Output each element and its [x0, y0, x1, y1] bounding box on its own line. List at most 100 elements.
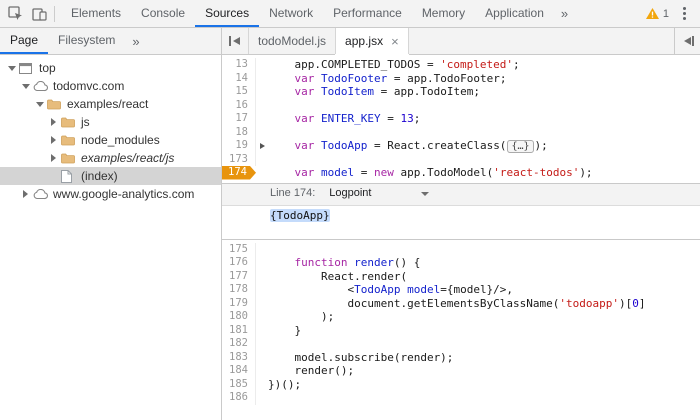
tree-item-label: examples/react: [67, 97, 148, 111]
code-line[interactable]: 181 }: [222, 324, 700, 338]
line-number[interactable]: 180: [222, 310, 256, 324]
logpoint-type-select[interactable]: Logpoint: [329, 187, 429, 201]
line-number[interactable]: 17: [222, 112, 256, 126]
code-line[interactable]: 15 var TodoItem = app.TodoItem;: [222, 85, 700, 99]
code-line[interactable]: 14 var TodoFooter = app.TodoFooter;: [222, 72, 700, 86]
code-line[interactable]: 177 React.render(: [222, 270, 700, 284]
tab-console[interactable]: Console: [131, 0, 195, 27]
file-tab-todomodel-js[interactable]: todoModel.js: [248, 28, 335, 54]
tree-item-todomvc-com[interactable]: todomvc.com: [0, 77, 221, 95]
fold-gutter: [256, 243, 268, 257]
code-line-text: <TodoApp model={model}/>,: [268, 283, 513, 297]
code-editor[interactable]: 13 app.COMPLETED_TODOS = 'completed';14 …: [222, 55, 700, 420]
disclosure-triangle[interactable]: [48, 136, 59, 144]
line-number[interactable]: 13: [222, 58, 256, 72]
fold-gutter: [256, 324, 268, 338]
line-number[interactable]: 181: [222, 324, 256, 338]
toolbar-separator: [54, 6, 55, 22]
code-fold-arrow[interactable]: [256, 139, 268, 153]
tab-sources[interactable]: Sources: [195, 0, 259, 27]
tree-item-label: js: [81, 115, 90, 129]
tree-item-examples-react[interactable]: examples/react: [0, 95, 221, 113]
code-line[interactable]: 176 function render() {: [222, 256, 700, 270]
line-number[interactable]: 184: [222, 364, 256, 378]
toolbar-right-group: 1: [646, 0, 700, 27]
disclosure-triangle[interactable]: [34, 102, 45, 107]
disclosure-triangle[interactable]: [6, 66, 17, 71]
logpoint-header: Line 174: Logpoint: [222, 184, 700, 206]
warning-badge[interactable]: 1: [646, 8, 669, 20]
tab-filesystem[interactable]: Filesystem: [48, 28, 125, 54]
tree-item-index[interactable]: (index): [0, 167, 221, 185]
line-number[interactable]: 183: [222, 351, 256, 365]
device-toolbar-icon[interactable]: [27, 2, 51, 26]
code-line[interactable]: 186: [222, 391, 700, 405]
file-tab-app-jsx[interactable]: app.jsx×: [335, 28, 409, 54]
line-number[interactable]: 15: [222, 85, 256, 99]
navigator-toggle-icon[interactable]: [222, 28, 248, 54]
line-number[interactable]: 18: [222, 126, 256, 140]
code-line-text: var TodoApp = React.createClass({…});: [268, 139, 548, 153]
code-line[interactable]: 185})();: [222, 378, 700, 392]
line-number[interactable]: 14: [222, 72, 256, 86]
fold-gutter: [256, 270, 268, 284]
debugger-sidebar-toggle-icon[interactable]: [674, 28, 700, 54]
line-number[interactable]: 16: [222, 99, 256, 113]
more-navigator-tabs-button[interactable]: »: [125, 28, 146, 54]
folder-icon: [61, 116, 77, 129]
customize-menu-icon[interactable]: [677, 6, 691, 22]
line-number[interactable]: 177: [222, 270, 256, 284]
tree-item-www-google-analytics-com[interactable]: www.google-analytics.com: [0, 185, 221, 203]
tree-item-label: (index): [81, 169, 118, 183]
code-line[interactable]: 182: [222, 337, 700, 351]
source-editor: todoModel.jsapp.jsx× 13 app.COMPLETED_TO…: [222, 28, 700, 420]
disclosure-triangle[interactable]: [48, 154, 59, 162]
code-line[interactable]: 175: [222, 243, 700, 257]
inspect-element-icon[interactable]: [3, 2, 27, 26]
tab-application[interactable]: Application: [475, 0, 554, 27]
code-line[interactable]: 18: [222, 126, 700, 140]
more-panels-button[interactable]: »: [554, 0, 575, 27]
devtools-toolbar: ElementsConsoleSourcesNetworkPerformance…: [0, 0, 700, 28]
tab-elements[interactable]: Elements: [61, 0, 131, 27]
tab-memory[interactable]: Memory: [412, 0, 475, 27]
fold-gutter: [256, 58, 268, 72]
line-number[interactable]: 173: [222, 153, 256, 167]
tree-item-js[interactable]: js: [0, 113, 221, 131]
disclosure-triangle[interactable]: [20, 190, 31, 198]
tree-item-examples-react-js[interactable]: examples/react/js: [0, 149, 221, 167]
disclosure-triangle[interactable]: [20, 84, 31, 89]
code-line-text: }: [268, 324, 301, 338]
code-line[interactable]: 17 var ENTER_KEY = 13;: [222, 112, 700, 126]
line-number[interactable]: 179: [222, 297, 256, 311]
tree-item-node-modules[interactable]: node_modules: [0, 131, 221, 149]
code-line[interactable]: 179 document.getElementsByClassName('tod…: [222, 297, 700, 311]
code-line[interactable]: 183 model.subscribe(render);: [222, 351, 700, 365]
line-number[interactable]: 19: [222, 139, 256, 153]
code-line[interactable]: 19 var TodoApp = React.createClass({…});: [222, 139, 700, 153]
logpoint-condition-input[interactable]: {TodoApp}: [222, 206, 700, 239]
code-line[interactable]: 13 app.COMPLETED_TODOS = 'completed';: [222, 58, 700, 72]
code-line[interactable]: 174 var model = new app.TodoModel('react…: [222, 166, 700, 180]
line-number[interactable]: 176: [222, 256, 256, 270]
tab-page[interactable]: Page: [0, 28, 48, 54]
line-number[interactable]: 186: [222, 391, 256, 405]
disclosure-triangle[interactable]: [48, 118, 59, 126]
code-line[interactable]: 178 <TodoApp model={model}/>,: [222, 283, 700, 297]
logpoint-badge[interactable]: 174: [222, 166, 256, 180]
fold-gutter: [256, 378, 268, 392]
line-number[interactable]: 182: [222, 337, 256, 351]
code-line[interactable]: 16: [222, 99, 700, 113]
fold-gutter: [256, 72, 268, 86]
code-line[interactable]: 173: [222, 153, 700, 167]
fold-gutter: [256, 153, 268, 167]
line-number[interactable]: 185: [222, 378, 256, 392]
tree-item-top[interactable]: top: [0, 59, 221, 77]
tab-network[interactable]: Network: [259, 0, 323, 27]
close-tab-icon[interactable]: ×: [391, 35, 399, 48]
line-number[interactable]: 175: [222, 243, 256, 257]
code-line[interactable]: 180 );: [222, 310, 700, 324]
tab-performance[interactable]: Performance: [323, 0, 412, 27]
code-line[interactable]: 184 render();: [222, 364, 700, 378]
line-number[interactable]: 178: [222, 283, 256, 297]
